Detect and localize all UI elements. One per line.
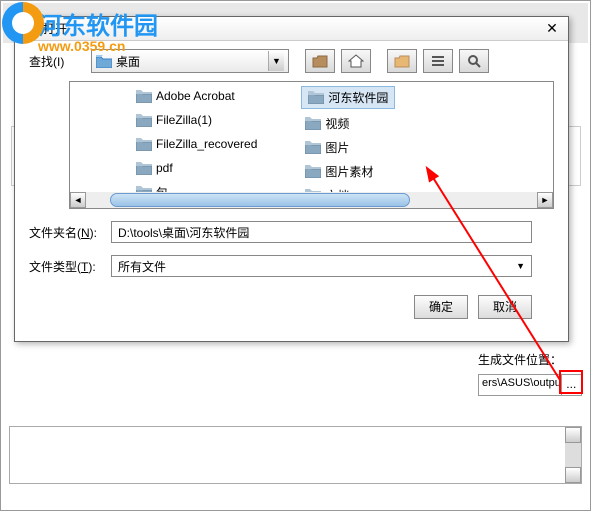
file-list[interactable]: Adobe Acrobat FileZilla(1) FileZilla_recov… (69, 81, 554, 209)
scroll-up-button[interactable] (565, 427, 581, 443)
up-folder-button[interactable] (305, 49, 335, 73)
lookin-label: 查找(I) (29, 53, 85, 70)
folder-item[interactable]: Adobe Acrobat (132, 86, 261, 106)
folder-label: FileZilla(1) (156, 113, 212, 127)
filetype-label: 文件类型(T): (29, 258, 111, 275)
lookin-combo[interactable]: 桌面 ▼ (91, 49, 289, 73)
folder-label: 图片素材 (325, 163, 373, 180)
folder-icon (305, 165, 321, 178)
folder-item[interactable]: pdf (132, 158, 261, 178)
search-detail-icon (466, 53, 482, 69)
dialog-icon (21, 21, 37, 37)
horizontal-scrollbar[interactable]: ◄ ► (70, 192, 553, 208)
home-icon (348, 53, 364, 69)
folder-item[interactable]: FileZilla_recovered (132, 134, 261, 154)
chevron-down-icon[interactable]: ▼ (268, 51, 284, 71)
folder-icon (305, 117, 321, 130)
folder-label: Adobe Acrobat (156, 89, 235, 103)
foldername-input[interactable] (111, 221, 532, 243)
details-view-button[interactable] (459, 49, 489, 73)
dialog-titlebar: 打开 ✕ (15, 17, 568, 41)
list-view-button[interactable] (423, 49, 453, 73)
scroll-thumb[interactable] (110, 193, 410, 207)
close-button[interactable]: ✕ (542, 20, 562, 38)
folder-item[interactable]: 图片素材 (301, 161, 417, 181)
foldername-label: 文件夹名(N): (29, 224, 111, 241)
folder-item[interactable]: 视频 (301, 113, 417, 133)
folder-item[interactable]: 河东软件园 (301, 86, 395, 109)
folder-label: FileZilla_recovered (156, 137, 257, 151)
folder-icon (136, 162, 152, 175)
output-location-group: 生成文件位置： ers\ASUS\output ... (478, 351, 582, 396)
folder-icon (136, 138, 152, 151)
dialog-title: 打开 (43, 20, 542, 37)
folder-icon (96, 55, 112, 68)
folder-icon (136, 90, 152, 103)
folder-item[interactable]: FileZilla(1) (132, 110, 261, 130)
filetype-value: 所有文件 (118, 258, 166, 275)
lookin-value: 桌面 (116, 53, 140, 70)
browse-output-button[interactable]: ... (561, 374, 582, 396)
chevron-down-icon[interactable]: ▼ (516, 261, 525, 271)
ok-button[interactable]: 确定 (414, 295, 468, 319)
folder-label: 视频 (325, 115, 349, 132)
scroll-left-button[interactable]: ◄ (70, 192, 86, 208)
scroll-track[interactable] (86, 192, 537, 208)
log-panel (9, 426, 582, 484)
cancel-button[interactable]: 取消 (478, 295, 532, 319)
scroll-down-button[interactable] (565, 467, 581, 483)
folder-icon (136, 114, 152, 127)
new-folder-button[interactable] (387, 49, 417, 73)
output-location-label: 生成文件位置： (478, 351, 582, 368)
output-path-field[interactable]: ers\ASUS\output (478, 374, 562, 396)
folder-new-icon (394, 53, 410, 69)
list-icon (430, 53, 446, 69)
filetype-combo[interactable]: 所有文件 ▼ (111, 255, 532, 277)
folder-icon (308, 91, 324, 104)
folder-item[interactable]: 图片 (301, 137, 417, 157)
folder-label: 河东软件园 (328, 89, 388, 106)
folder-label: 图片 (325, 139, 349, 156)
scroll-right-button[interactable]: ► (537, 192, 553, 208)
home-button[interactable] (341, 49, 371, 73)
log-scrollbar[interactable] (565, 427, 581, 483)
open-dialog: 打开 ✕ 查找(I) 桌面 ▼ (14, 16, 569, 342)
folder-label: pdf (156, 161, 173, 175)
folder-icon (305, 141, 321, 154)
folder-up-icon (312, 53, 328, 69)
